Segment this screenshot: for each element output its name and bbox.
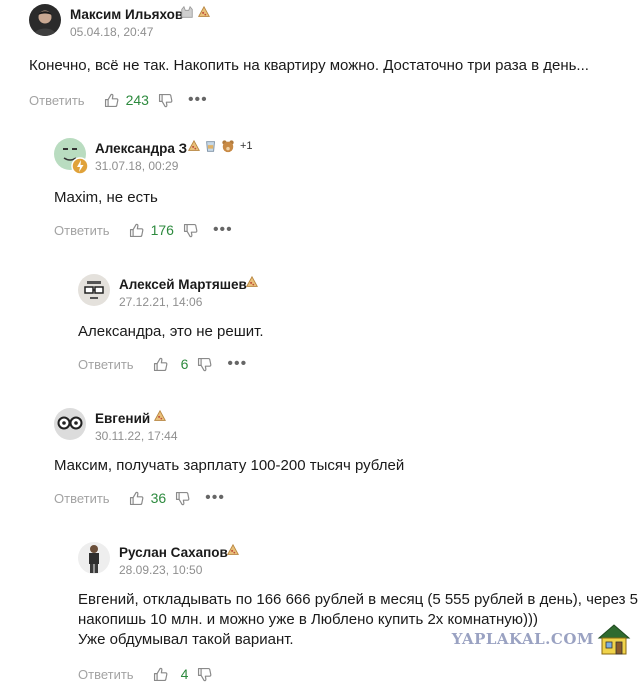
avatar[interactable] [78, 542, 110, 574]
thumbs-up-icon [103, 92, 120, 109]
like-count: 243 [125, 92, 149, 108]
thumbs-down-icon [182, 222, 199, 239]
badges: +1 [187, 139, 253, 153]
author-name[interactable]: Евгений [95, 411, 150, 426]
comment-actions: Ответить 176 ••• [54, 220, 233, 240]
like-count: 6 [180, 356, 189, 372]
comment-text: Конечно, всё не так. Накопить на квартир… [29, 57, 589, 74]
comment-text-line: Евгений, откладывать по 166 666 рублей в… [78, 591, 640, 608]
thumbs-up-icon [128, 222, 145, 239]
avatar[interactable] [54, 138, 89, 175]
like-count: 36 [150, 490, 167, 506]
pie-badge-icon [153, 409, 167, 423]
author-name[interactable]: Максим Ильяхов [70, 7, 183, 22]
reply-button[interactable]: Ответить [54, 491, 110, 506]
dislike-button[interactable] [174, 490, 191, 507]
avatar[interactable] [78, 274, 110, 306]
comment-date: 28.09.23, 10:50 [119, 563, 203, 577]
cat-badge-icon [181, 5, 193, 18]
badges [245, 275, 259, 289]
thumbs-down-icon [196, 356, 213, 373]
author-name[interactable]: Александра З [95, 141, 187, 156]
author-name[interactable]: Алексей Мартяшев [119, 277, 247, 292]
thumbs-up-icon [152, 666, 169, 683]
reply-button[interactable]: Ответить [78, 357, 134, 372]
pie-badge-icon [197, 5, 211, 19]
comment-date: 27.12.21, 14:06 [119, 295, 203, 309]
more-options-icon[interactable]: ••• [227, 356, 247, 372]
comment-text-line: Уже обдумывал такой вариант. [78, 631, 294, 648]
comment-date: 05.04.18, 20:47 [70, 25, 154, 39]
watermark: YAPLAKAL.COM [452, 622, 632, 656]
pie-badge-icon [226, 543, 240, 557]
comment-text: Александра, это не решит. [78, 323, 264, 340]
dislike-button[interactable] [196, 356, 213, 373]
like-count: 176 [150, 222, 174, 238]
more-options-icon[interactable]: ••• [213, 222, 233, 238]
like-button[interactable]: 4 [152, 666, 189, 683]
bear-badge-icon [222, 140, 234, 153]
badges [180, 5, 211, 19]
badges [226, 543, 240, 557]
like-count: 4 [180, 666, 189, 682]
thumbs-down-icon [157, 92, 174, 109]
comment-actions: Ответить 4 [78, 664, 213, 684]
comment-actions: Ответить 36 ••• [54, 488, 225, 508]
thumbs-up-icon [152, 356, 169, 373]
pie-badge-icon [245, 275, 259, 289]
reply-button[interactable]: Ответить [78, 667, 134, 682]
comment-date: 30.11.22, 17:44 [95, 429, 178, 443]
author-name[interactable]: Руслан Сахапов [119, 545, 228, 560]
thumbs-up-icon [128, 490, 145, 507]
more-options-icon[interactable]: ••• [205, 490, 225, 506]
badges [153, 409, 167, 423]
more-options-icon[interactable]: ••• [188, 92, 208, 108]
dislike-button[interactable] [157, 92, 174, 109]
cup-badge-icon [206, 141, 215, 152]
like-button[interactable]: 243 [103, 92, 149, 109]
comment-actions: Ответить 6 ••• [78, 354, 247, 374]
comment-date: 31.07.18, 00:29 [95, 159, 179, 173]
comment-text: Maxim, не есть [54, 189, 158, 206]
reply-button[interactable]: Ответить [54, 223, 110, 238]
comment-text: Максим, получать зарплату 100-200 тысяч … [54, 457, 405, 474]
watermark-text: YAPLAKAL.COM [451, 630, 594, 648]
like-button[interactable]: 36 [128, 490, 167, 507]
pie-badge-icon [187, 139, 201, 153]
thumbs-down-icon [196, 666, 213, 683]
like-button[interactable]: 176 [128, 222, 174, 239]
avatar[interactable] [29, 4, 61, 36]
dislike-button[interactable] [196, 666, 213, 683]
thumbs-down-icon [174, 490, 191, 507]
reply-button[interactable]: Ответить [29, 93, 85, 108]
house-logo-icon [597, 624, 631, 655]
like-button[interactable]: 6 [152, 356, 189, 373]
badges-more[interactable]: +1 [240, 140, 253, 152]
comment-actions: Ответить 243 ••• [29, 90, 208, 110]
avatar[interactable] [54, 408, 86, 440]
dislike-button[interactable] [182, 222, 199, 239]
